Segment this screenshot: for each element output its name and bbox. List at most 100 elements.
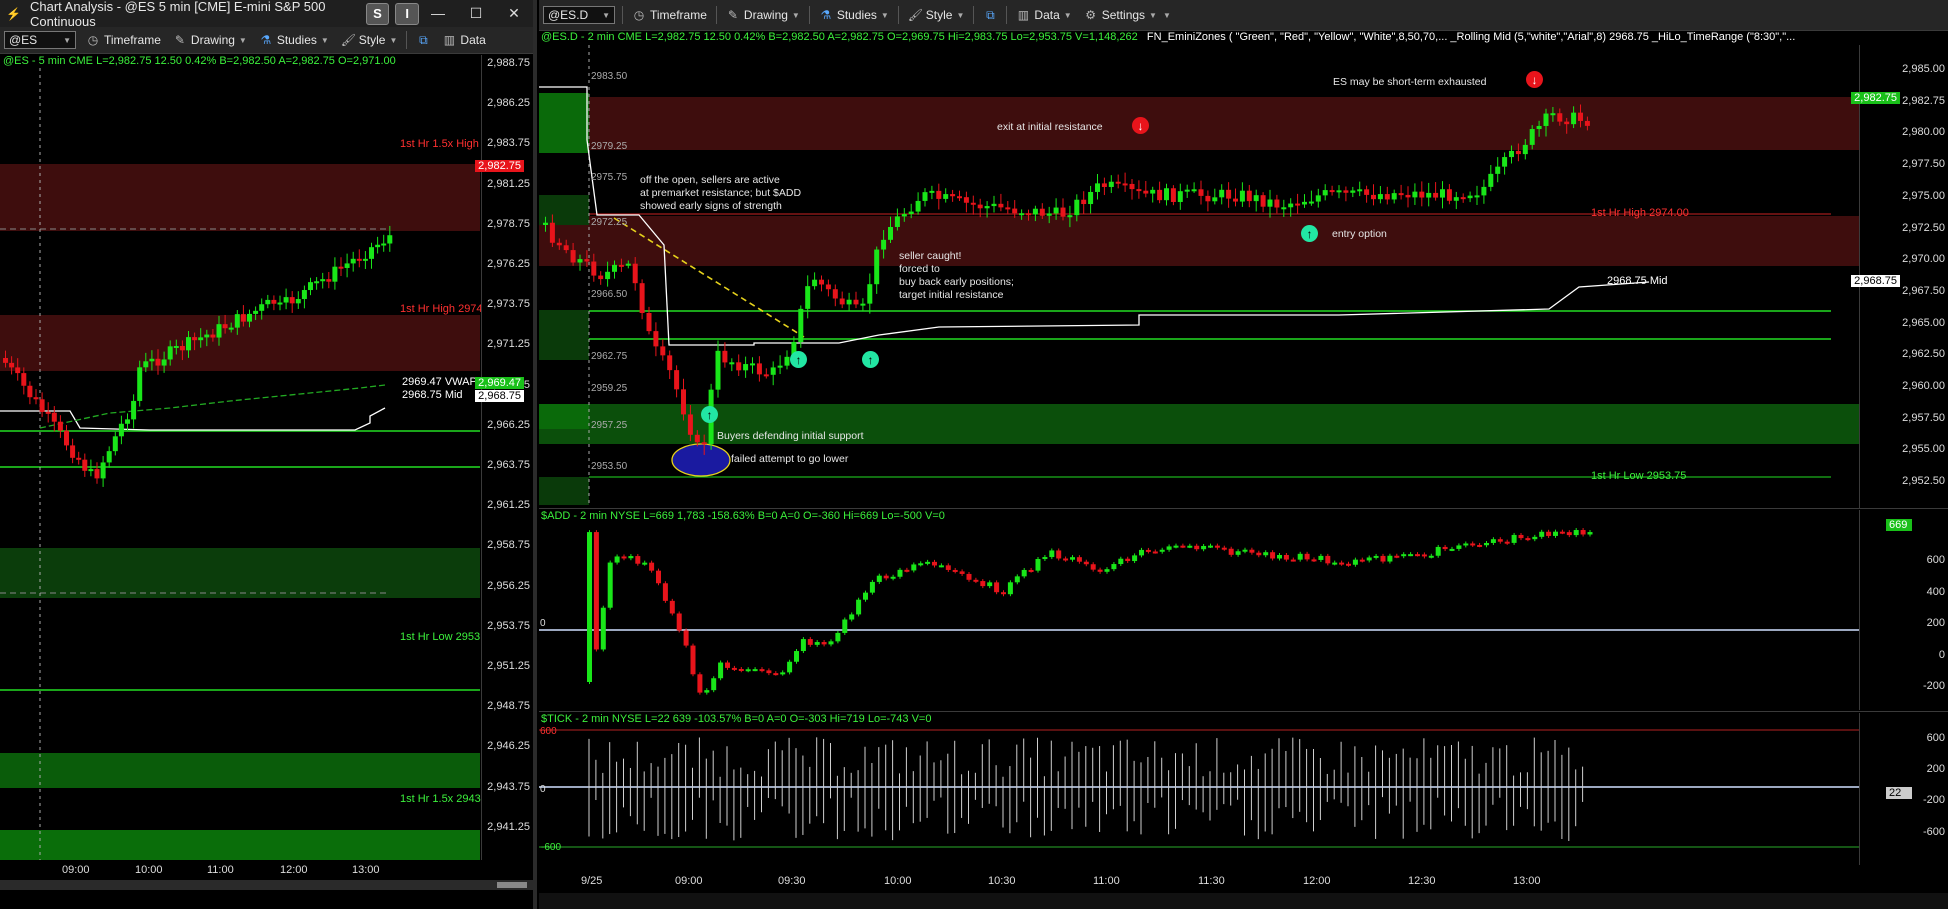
candle — [1101, 183, 1107, 187]
add-candle — [642, 562, 648, 565]
add-candle — [1035, 558, 1041, 571]
candle — [314, 281, 320, 284]
add-scale[interactable]: 6004002000-200-400 — [1859, 510, 1948, 724]
time-tick: 11:00 — [1093, 875, 1120, 887]
add-candle — [787, 661, 793, 673]
candle — [1260, 195, 1266, 207]
studies-menu[interactable]: ⚗ Studies ▼ — [253, 33, 335, 47]
layout-button[interactable]: ⧉ — [410, 33, 436, 47]
candle — [570, 250, 576, 263]
time-tick: 12:00 — [1303, 875, 1331, 887]
candle — [543, 222, 548, 225]
price-tick: 2,973.75 — [487, 298, 530, 311]
candle — [881, 239, 887, 250]
data-menu[interactable]: ▥ Data ▼ — [1010, 8, 1077, 22]
close-icon[interactable]: ✕ — [495, 5, 533, 22]
drawing-menu[interactable]: ✎ Drawing ▼ — [167, 33, 253, 47]
tick-plot[interactable] — [539, 725, 1859, 865]
candle — [874, 249, 880, 285]
candle — [970, 202, 976, 205]
drawing-menu[interactable]: ✎ Drawing ▼ — [720, 8, 806, 22]
layout-icon: ⧉ — [419, 33, 428, 47]
add-candle — [1083, 561, 1089, 565]
add-candle — [1125, 558, 1131, 562]
add-candle — [1070, 557, 1075, 560]
add-candle — [1187, 545, 1193, 548]
pencil-icon: ✎ — [727, 8, 738, 22]
price-tick: 2,982.75 — [1902, 94, 1945, 107]
add-candle — [1401, 554, 1407, 557]
candle — [839, 298, 845, 305]
add-candle — [1139, 549, 1144, 556]
price-tick: 2,952.50 — [1902, 475, 1945, 488]
price-tick: 2,955.00 — [1902, 443, 1945, 456]
add-candle — [1442, 546, 1448, 550]
style-menu[interactable]: 🖌 Style ▼ — [335, 33, 404, 47]
symbol-selector[interactable]: @ES ▼ — [4, 31, 76, 49]
candle — [167, 346, 173, 360]
settings-menu[interactable]: ⚙ Settings ▼ — [1078, 8, 1163, 22]
red-zone — [539, 216, 1859, 266]
candle — [265, 299, 271, 305]
candle — [1288, 203, 1294, 208]
candle — [57, 421, 63, 431]
overflow-chevron-icon[interactable]: ▼ — [1163, 11, 1171, 20]
candle — [653, 331, 659, 347]
add-candle — [856, 599, 862, 615]
symbol-selector[interactable]: @ES.D ▼ — [543, 6, 615, 24]
data-label: Data — [460, 33, 486, 47]
candle — [259, 304, 265, 311]
maximize-icon[interactable]: ☐ — [457, 5, 495, 22]
zone-price-label: 2957.25 — [591, 420, 628, 431]
layout-icon: ⧉ — [986, 8, 995, 22]
settings-label: Settings — [1101, 8, 1146, 22]
right-quote-line: @ES.D - 2 min CME L=2,982.75 12.50 0.42%… — [541, 31, 1795, 43]
candle — [1571, 112, 1577, 125]
minimize-icon[interactable]: — — [419, 5, 457, 22]
layout-button[interactable]: ⧉ — [977, 8, 1003, 22]
candle — [1005, 207, 1011, 210]
add-candle — [1366, 557, 1372, 561]
add-candle — [690, 645, 696, 675]
timeframe-menu[interactable]: ◷ Timeframe — [626, 8, 713, 22]
annotation-line: at premarket resistance; but $ADD — [640, 187, 802, 199]
i-button[interactable]: I — [395, 2, 419, 25]
studies-menu[interactable]: ⚗ Studies ▼ — [813, 8, 895, 22]
time-tick: 13:00 — [352, 864, 380, 876]
scroll-thumb[interactable] — [497, 882, 527, 888]
price-tick: 2,946.25 — [487, 740, 530, 753]
candle — [556, 242, 562, 246]
price-tick: 2,977.50 — [1902, 158, 1945, 171]
hr-high-label: 1st Hr High 2974.00 — [1591, 207, 1689, 219]
data-menu[interactable]: ▥ Data — [436, 33, 491, 47]
add-candle — [794, 651, 799, 662]
time-tick: 12:00 — [280, 864, 308, 876]
time-tick: 09:30 — [778, 875, 806, 887]
add-candle — [1228, 548, 1234, 555]
left-scrollbar[interactable] — [0, 880, 533, 890]
add-candle — [1573, 530, 1579, 536]
candle — [1419, 191, 1425, 198]
candle — [362, 258, 368, 261]
style-menu[interactable]: 🖌 Style ▼ — [902, 8, 971, 22]
add-candle — [1028, 569, 1034, 572]
add-plot[interactable] — [539, 522, 1859, 712]
annotation-failed: failed attempt to go lower — [731, 453, 849, 465]
price-tick: 2,951.25 — [487, 660, 530, 672]
zone-block — [539, 93, 589, 153]
timeframe-menu[interactable]: ◷ Timeframe — [80, 33, 167, 47]
candle — [1046, 213, 1052, 216]
s-button[interactable]: S — [365, 2, 390, 25]
zone-price-label: 2972.25 — [591, 217, 628, 228]
time-tick: 09:00 — [675, 875, 703, 887]
left-price-plot[interactable] — [0, 68, 480, 860]
candle — [1026, 213, 1031, 216]
zone-block — [539, 477, 589, 505]
candle — [88, 469, 94, 472]
toolbar-divider — [897, 6, 899, 24]
arrow-down-icon: ↓ — [1526, 71, 1543, 88]
candle — [1405, 194, 1411, 198]
candle — [984, 206, 990, 209]
candle — [143, 361, 149, 368]
left-price-scale[interactable]: 2,988.75 2,986.25 2,983.75 2,981.25 2,978.75… — [481, 55, 533, 860]
